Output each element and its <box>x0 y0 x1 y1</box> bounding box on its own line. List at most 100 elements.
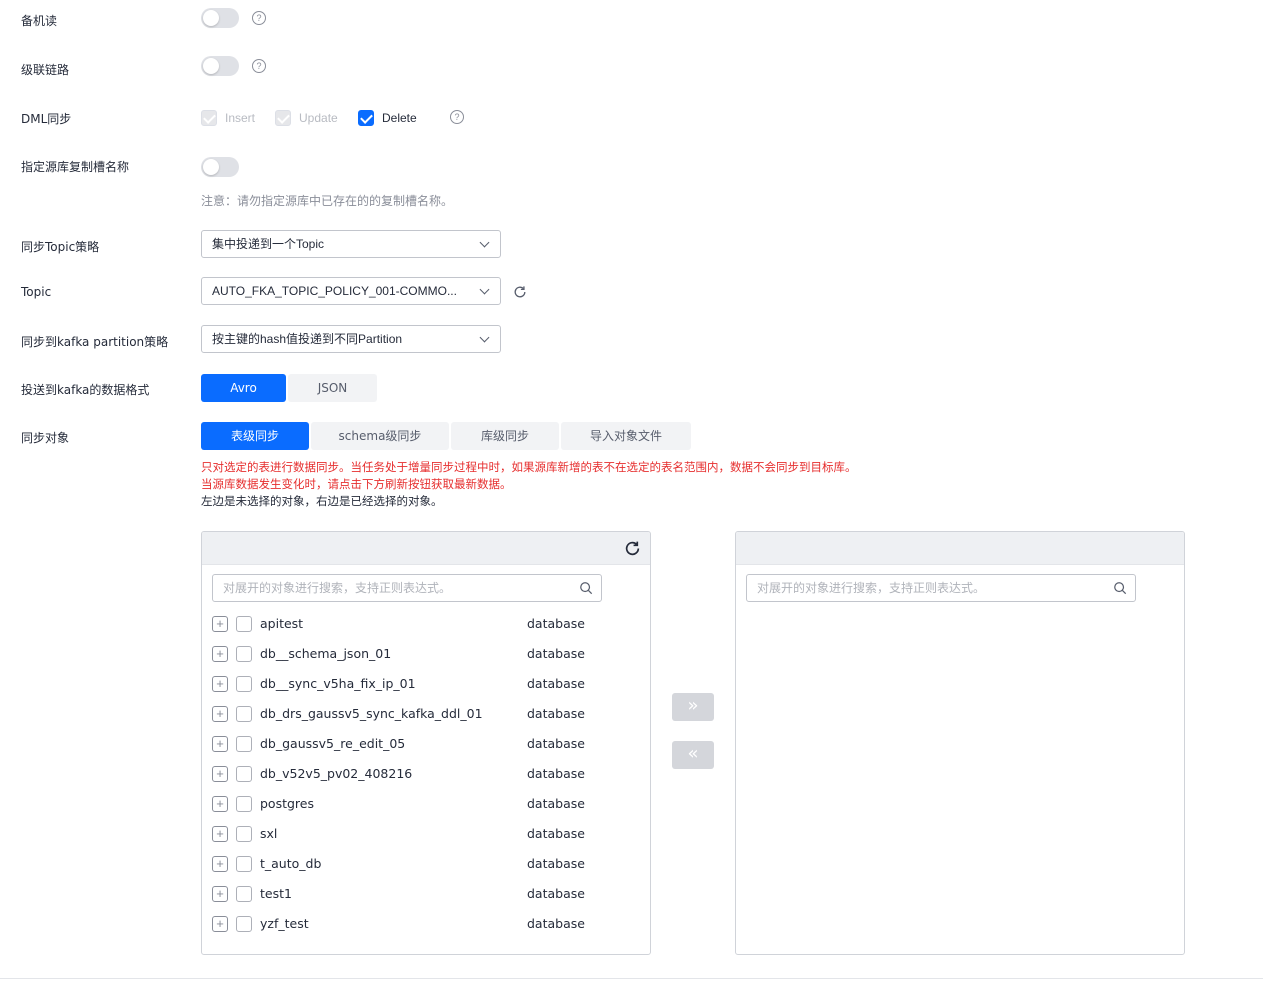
search-placeholder: 对展开的对象进行搜索，支持正则表达式。 <box>223 581 452 595</box>
row-checkbox[interactable] <box>236 916 252 932</box>
toggle-knob <box>203 58 219 74</box>
expand-icon[interactable]: + <box>212 856 228 872</box>
checkbox-label: Update <box>299 111 338 125</box>
item-type: database <box>527 826 585 841</box>
list-item[interactable]: + yzf_test database <box>212 914 612 934</box>
panel-header <box>736 532 1184 565</box>
expand-icon[interactable]: + <box>212 886 228 902</box>
row-checkbox[interactable] <box>236 616 252 632</box>
cascade-link-label: 级联链路 <box>21 63 70 77</box>
row-checkbox[interactable] <box>236 736 252 752</box>
warning-text: 只对选定的表进行数据同步。当任务处于增量同步过程中时，如果源库新增的表不在选定的… <box>201 460 857 474</box>
data-format-label: 投送到kafka的数据格式 <box>21 383 150 397</box>
item-type: database <box>527 646 585 661</box>
row-checkbox[interactable] <box>236 766 252 782</box>
list-item[interactable]: + db_v52v5_pv02_408216 database <box>212 764 612 784</box>
warning-text: 当源库数据发生变化时，请点击下方刷新按钮获取最新数据。 <box>201 477 512 491</box>
item-name: db__sync_v5ha_fix_ip_01 <box>260 676 416 691</box>
search-icon <box>580 582 593 595</box>
standby-read-toggle[interactable] <box>201 8 239 28</box>
unselected-objects-panel: 对展开的对象进行搜索，支持正则表达式。 + apitest database +… <box>201 531 651 955</box>
move-right-button[interactable]: » <box>672 693 714 721</box>
tab-table-level[interactable]: 表级同步 <box>201 422 309 450</box>
standby-read-label: 备机读 <box>21 14 58 28</box>
left-search-input[interactable]: 对展开的对象进行搜索，支持正则表达式。 <box>212 574 602 602</box>
right-search-input[interactable]: 对展开的对象进行搜索，支持正则表达式。 <box>746 574 1136 602</box>
item-type: database <box>527 886 585 901</box>
row-checkbox[interactable] <box>236 706 252 722</box>
row-checkbox[interactable] <box>236 856 252 872</box>
dml-sync-label: DML同步 <box>21 112 72 126</box>
list-item[interactable]: + db__schema_json_01 database <box>212 644 612 664</box>
tab-database-level[interactable]: 库级同步 <box>451 422 559 450</box>
row-checkbox[interactable] <box>236 646 252 662</box>
data-format-segmented: Avro JSON <box>201 374 377 402</box>
dml-delete-checkbox[interactable]: Delete <box>358 110 417 126</box>
topic-policy-label: 同步Topic策略 <box>21 240 100 254</box>
row-checkbox[interactable] <box>236 826 252 842</box>
item-name: apitest <box>260 616 304 631</box>
item-name: db_gaussv5_re_edit_05 <box>260 736 406 751</box>
cascade-link-toggle[interactable] <box>201 56 239 76</box>
list-item[interactable]: + sxl database <box>212 824 612 844</box>
checkbox-box <box>275 110 291 126</box>
help-icon[interactable]: ? <box>252 11 266 25</box>
slot-name-label: 指定源库复制槽名称 <box>21 160 130 174</box>
move-left-button[interactable]: « <box>672 741 714 769</box>
item-name: postgres <box>260 796 314 811</box>
expand-icon[interactable]: + <box>212 796 228 812</box>
expand-icon[interactable]: + <box>212 706 228 722</box>
item-type: database <box>527 706 585 721</box>
help-icon[interactable]: ? <box>450 110 464 124</box>
dml-insert-checkbox[interactable]: Insert <box>201 110 255 126</box>
expand-icon[interactable]: + <box>212 916 228 932</box>
slot-name-note: 注意：请勿指定源库中已存在的的复制槽名称。 <box>201 194 454 208</box>
partition-policy-label: 同步到kafka partition策略 <box>21 335 169 349</box>
partition-policy-select[interactable]: 按主键的hash值投递到不同Partition <box>201 325 501 353</box>
list-item[interactable]: + postgres database <box>212 794 612 814</box>
format-json-button[interactable]: JSON <box>288 374 377 402</box>
select-value: AUTO_FKA_TOPIC_POLICY_001-COMMO... <box>212 284 457 298</box>
item-type: database <box>527 796 585 811</box>
list-item[interactable]: + db_gaussv5_re_edit_05 database <box>212 734 612 754</box>
row-checkbox[interactable] <box>236 676 252 692</box>
item-type: database <box>527 916 585 931</box>
topic-select[interactable]: AUTO_FKA_TOPIC_POLICY_001-COMMO... <box>201 277 501 305</box>
tab-schema-level[interactable]: schema级同步 <box>311 422 449 450</box>
chevron-down-icon <box>479 237 490 248</box>
search-placeholder: 对展开的对象进行搜索，支持正则表达式。 <box>757 581 986 595</box>
item-type: database <box>527 766 585 781</box>
refresh-icon[interactable] <box>513 285 527 299</box>
expand-icon[interactable]: + <box>212 676 228 692</box>
dml-update-checkbox[interactable]: Update <box>275 110 338 126</box>
list-item[interactable]: + test1 database <box>212 884 612 904</box>
row-checkbox[interactable] <box>236 796 252 812</box>
toggle-knob <box>203 10 219 26</box>
item-type: database <box>527 616 585 631</box>
expand-icon[interactable]: + <box>212 736 228 752</box>
item-name: db_drs_gaussv5_sync_kafka_ddl_01 <box>260 706 483 721</box>
item-type: database <box>527 736 585 751</box>
item-name: t_auto_db <box>260 856 322 871</box>
list-item[interactable]: + apitest database <box>212 614 612 634</box>
format-avro-button[interactable]: Avro <box>201 374 286 402</box>
checkbox-label: Delete <box>382 111 417 125</box>
list-item[interactable]: + t_auto_db database <box>212 854 612 874</box>
slot-name-toggle[interactable] <box>201 157 239 177</box>
expand-icon[interactable]: + <box>212 826 228 842</box>
checkbox-label: Insert <box>225 111 256 125</box>
help-icon[interactable]: ? <box>252 59 266 73</box>
list-item[interactable]: + db_drs_gaussv5_sync_kafka_ddl_01 datab… <box>212 704 612 724</box>
list-item[interactable]: + db__sync_v5ha_fix_ip_01 database <box>212 674 612 694</box>
expand-icon[interactable]: + <box>212 616 228 632</box>
refresh-icon[interactable] <box>624 540 641 557</box>
tab-import-object-file[interactable]: 导入对象文件 <box>561 422 691 450</box>
chevron-down-icon <box>479 284 490 295</box>
expand-icon[interactable]: + <box>212 646 228 662</box>
select-value: 按主键的hash值投递到不同Partition <box>212 332 403 346</box>
expand-icon[interactable]: + <box>212 766 228 782</box>
sync-object-tabs: 表级同步 schema级同步 库级同步 导入对象文件 <box>201 422 691 450</box>
topic-policy-select[interactable]: 集中投递到一个Topic <box>201 230 501 258</box>
item-name: sxl <box>260 826 278 841</box>
row-checkbox[interactable] <box>236 886 252 902</box>
